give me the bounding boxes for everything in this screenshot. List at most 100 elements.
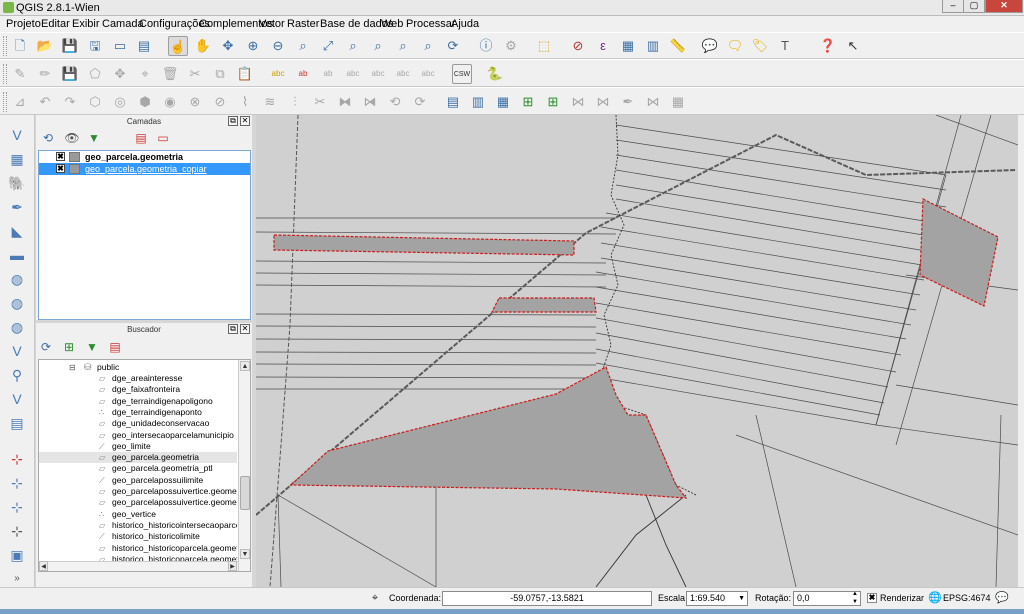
- toolbar-handle[interactable]: [3, 64, 7, 84]
- browser-item[interactable]: ▱ dge_unidadeconservacao: [39, 418, 237, 429]
- zoom-in-icon[interactable]: ⊕: [243, 36, 263, 56]
- visibility-icon[interactable]: 👁: [64, 130, 80, 146]
- float-panel-button[interactable]: ⧉: [228, 116, 238, 126]
- remove-layer-icon[interactable]: ▭: [155, 130, 171, 146]
- zoom-full-icon[interactable]: ⤢: [318, 36, 338, 56]
- horizontal-scrollbar[interactable]: ◀ ▶: [39, 561, 238, 571]
- new-memory-layer-icon[interactable]: ⊹: [6, 521, 28, 541]
- add-delimited-icon[interactable]: ⊞: [518, 92, 538, 112]
- map-tips-icon[interactable]: ⚙: [501, 36, 521, 56]
- add-part-icon[interactable]: ⬢: [135, 92, 155, 112]
- scroll-left-icon[interactable]: ◀: [39, 561, 48, 571]
- node-tool-icon[interactable]: ⌖: [135, 64, 155, 84]
- delete-selected-icon[interactable]: 🗑: [160, 64, 180, 84]
- browser-item[interactable]: ▱ historico_historicoparcela.geometria: [39, 543, 237, 554]
- parcel-polygon[interactable]: [919, 198, 999, 307]
- copy-features-icon[interactable]: ⧉: [210, 64, 230, 84]
- zoom-out-icon[interactable]: ⊖: [268, 36, 288, 56]
- coordinate-field[interactable]: -59.0757,-13.5821: [442, 591, 652, 606]
- simplify-icon[interactable]: ⬡: [85, 92, 105, 112]
- add-feature-icon[interactable]: ⬠: [85, 64, 105, 84]
- identify-icon[interactable]: ⓘ: [476, 36, 496, 56]
- label-move-icon[interactable]: abc: [368, 64, 388, 84]
- attribute-table-icon[interactable]: ▦: [618, 36, 638, 56]
- measure-area-icon[interactable]: ⋈: [643, 92, 663, 112]
- chevron-down-icon[interactable]: ▼: [738, 592, 745, 605]
- move-feature-icon[interactable]: ✥: [110, 64, 130, 84]
- field-calculator-icon[interactable]: ε: [593, 36, 613, 56]
- add-wms-layer-icon[interactable]: ◍: [6, 269, 28, 289]
- add-mssql-layer-icon[interactable]: ◣: [6, 221, 28, 241]
- label-icon[interactable]: 🏷: [750, 36, 770, 56]
- render-checkbox[interactable]: ✖: [867, 593, 877, 603]
- zoom-to-selection-icon[interactable]: ⌕: [343, 36, 363, 56]
- add-wfs-layer-icon[interactable]: ◍: [6, 317, 28, 337]
- add-layer-icon[interactable]: ▤: [443, 92, 463, 112]
- maximize-button[interactable]: ▢: [963, 0, 985, 13]
- zoom-to-layer-icon[interactable]: ⌕: [368, 36, 388, 56]
- zoom-last-icon[interactable]: ⌕: [393, 36, 413, 56]
- browser-item[interactable]: ∴ dge_terraindigenaponto: [39, 407, 237, 418]
- osm-icon[interactable]: ⋈: [593, 92, 613, 112]
- browser-item[interactable]: ▱ geo_parcela.geometria_ptl: [39, 463, 237, 474]
- schema-node[interactable]: ⊟ ⛁ public: [39, 362, 237, 373]
- messages-icon[interactable]: 💬: [995, 591, 1009, 605]
- composer-manager-icon[interactable]: ▤: [134, 36, 154, 56]
- delete-part-icon[interactable]: ⊘: [210, 92, 230, 112]
- parcel-polygon[interactable]: [273, 234, 575, 256]
- open-project-icon[interactable]: 📂: [35, 36, 55, 56]
- new-print-composer-icon[interactable]: ▭: [110, 36, 130, 56]
- measure-icon[interactable]: 📏: [668, 36, 688, 56]
- gps-tools-icon[interactable]: ⊹: [6, 473, 28, 493]
- collapse-icon[interactable]: ⊟: [69, 362, 76, 373]
- crs-label[interactable]: EPSG:4674: [943, 593, 991, 603]
- crs-globe-icon[interactable]: 🌐: [928, 591, 942, 605]
- delete-ring-icon[interactable]: ⊗: [185, 92, 205, 112]
- menu-raster[interactable]: Raster: [287, 18, 319, 30]
- refresh-icon[interactable]: ⟳: [443, 36, 463, 56]
- close-panel-button[interactable]: ✕: [240, 116, 250, 126]
- paste-features-icon[interactable]: 📋: [235, 64, 255, 84]
- label-change-icon[interactable]: abc: [418, 64, 438, 84]
- map-canvas[interactable]: [256, 115, 1018, 587]
- scale-combo[interactable]: 1:69.540 ▼: [686, 591, 748, 606]
- browser-item[interactable]: ∴ geo_vertice: [39, 509, 237, 520]
- label-show-hide-icon[interactable]: abc: [343, 64, 363, 84]
- filter-legend-icon[interactable]: ▼: [86, 130, 102, 146]
- toggle-editing-icon[interactable]: ✏: [35, 64, 55, 84]
- split-features-icon[interactable]: ⫶: [285, 92, 305, 112]
- browser-item[interactable]: ⟋ historico_historicolimite: [39, 531, 237, 542]
- new-spatialite-layer-icon[interactable]: V: [6, 389, 28, 409]
- merge-features-icon[interactable]: ⧓: [335, 92, 355, 112]
- expand-all-icon[interactable]: ▤: [133, 130, 149, 146]
- offline-editing-icon[interactable]: ⊹: [6, 497, 28, 517]
- spatial-query-icon[interactable]: ▦: [668, 92, 688, 112]
- statistics-icon[interactable]: ▥: [643, 36, 663, 56]
- filter-browser-icon[interactable]: ▼: [84, 339, 100, 355]
- save-project-icon[interactable]: 💾: [60, 36, 80, 56]
- browser-item[interactable]: ▱ historico_historicointersecaoparcelam: [39, 520, 237, 531]
- menu-processar[interactable]: Processar: [406, 18, 456, 30]
- menu-ajuda[interactable]: Ajuda: [451, 18, 479, 30]
- add-spatialite-icon[interactable]: ⊞: [543, 92, 563, 112]
- python-icon[interactable]: 🐍: [485, 64, 505, 84]
- menu-web[interactable]: Web: [381, 18, 403, 30]
- close-panel-button[interactable]: ✕: [240, 324, 250, 334]
- map-svg[interactable]: [256, 115, 1018, 587]
- cut-features-icon[interactable]: ✂: [185, 64, 205, 84]
- select-features-icon[interactable]: ⬚: [534, 36, 554, 56]
- browser-item[interactable]: ▱ geo_parcela.geometria: [39, 452, 237, 464]
- menu-camada[interactable]: Camada: [102, 18, 144, 30]
- wfs-icon[interactable]: ▥: [468, 92, 488, 112]
- rotate-point-icon[interactable]: ⟲: [385, 92, 405, 112]
- redo-icon[interactable]: ↷: [60, 92, 80, 112]
- help-icon[interactable]: ❓: [818, 36, 838, 56]
- browser-item[interactable]: ⟋ geo_parcelapossuilimite: [39, 475, 237, 486]
- float-panel-button[interactable]: ⧉: [228, 324, 238, 334]
- add-spatialite-icon[interactable]: ✒: [6, 197, 28, 217]
- add-wcs-layer-icon[interactable]: ◍: [6, 293, 28, 313]
- layer-visibility-checkbox[interactable]: ✖: [56, 164, 65, 173]
- browser-item[interactable]: ▱ geo_intersecaoparcelamunicipio: [39, 430, 237, 441]
- browser-item[interactable]: ▱ dge_faixafronteira: [39, 384, 237, 395]
- label-highlight-icon[interactable]: ab: [318, 64, 338, 84]
